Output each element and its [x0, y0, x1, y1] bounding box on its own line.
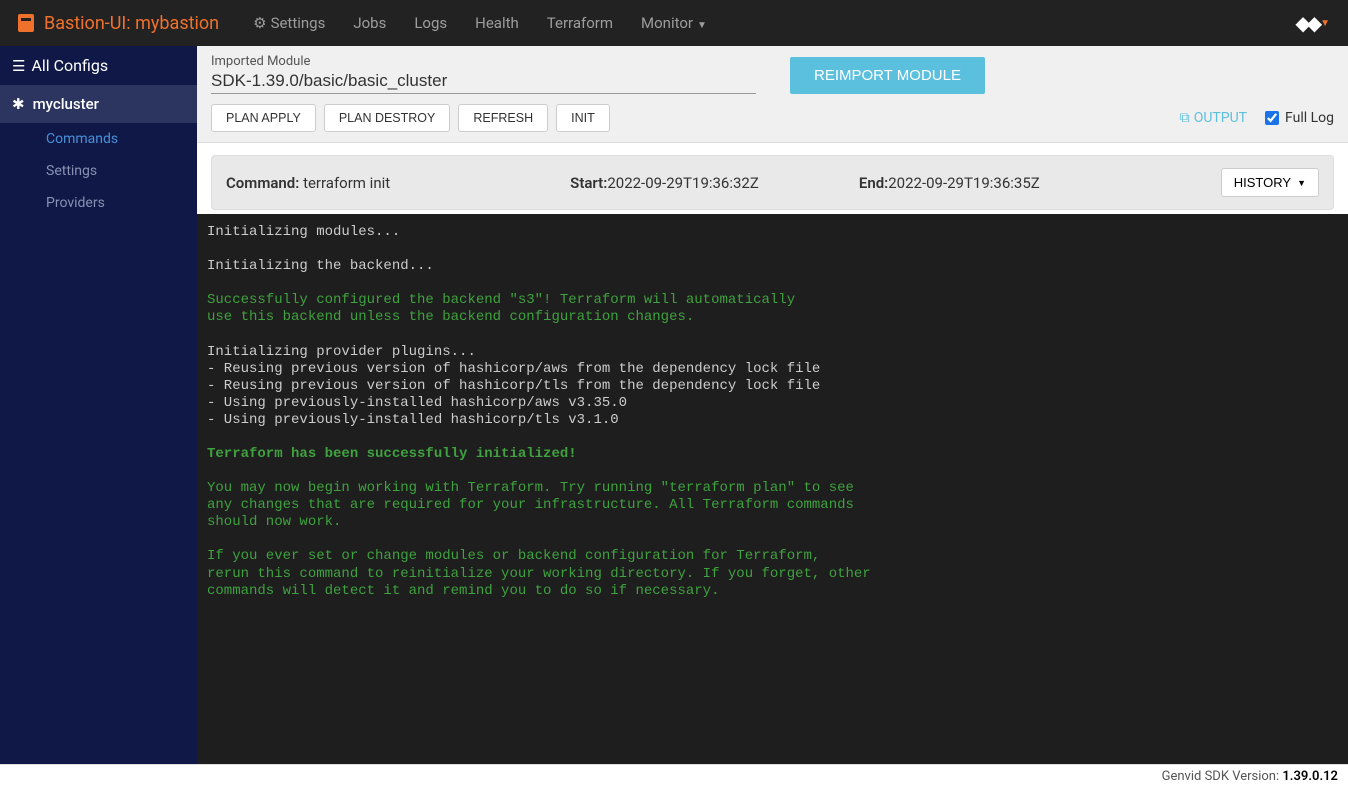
nav-monitor-label: Monitor — [641, 14, 693, 32]
command-status-bar: Command: terraform init Start:2022-09-29… — [211, 155, 1334, 210]
sidebar-all-configs-label: All Configs — [31, 56, 108, 75]
external-link-icon: ⧉ — [1180, 110, 1190, 126]
status-command: Command: terraform init — [226, 174, 390, 192]
caret-down-icon[interactable]: ▼ — [1320, 18, 1330, 29]
nav-settings-label: Settings — [271, 14, 326, 32]
init-button[interactable]: INIT — [556, 104, 610, 132]
topnav-right: ◆◆ ▼ — [1295, 11, 1340, 35]
imported-module-label: Imported Module — [211, 54, 756, 69]
imported-module-field: Imported Module — [211, 54, 756, 94]
genvid-logo-icon[interactable]: ◆◆ — [1295, 11, 1318, 35]
asterisk-icon: ✱ — [12, 95, 25, 113]
full-log-checkbox[interactable] — [1265, 111, 1279, 125]
status-start: Start:2022-09-29T19:36:32Z — [570, 174, 759, 192]
sidebar-item-providers[interactable]: Providers — [0, 187, 197, 219]
plan-apply-button[interactable]: PLAN APPLY — [211, 104, 316, 132]
terminal-output[interactable]: Initializing modules... Initializing the… — [197, 214, 1348, 764]
nav-logs[interactable]: Logs — [400, 0, 461, 46]
top-nav: Bastion-UI: mybastion ⚙ Settings Jobs Log… — [0, 0, 1348, 46]
nav-monitor[interactable]: Monitor ▼ — [627, 0, 721, 46]
nav-settings[interactable]: ⚙ Settings — [239, 0, 339, 46]
gear-icon: ⚙ — [253, 14, 266, 32]
reimport-module-button[interactable]: REIMPORT MODULE — [790, 57, 985, 94]
main-panel: Imported Module REIMPORT MODULE PLAN APP… — [197, 46, 1348, 764]
bastion-icon — [18, 14, 34, 32]
plan-destroy-button[interactable]: PLAN DESTROY — [324, 104, 451, 132]
history-button[interactable]: HISTORY ▼ — [1221, 168, 1319, 197]
sidebar-item-commands[interactable]: Commands — [0, 123, 197, 155]
nav-terraform[interactable]: Terraform — [533, 0, 627, 46]
brand-link[interactable]: Bastion-UI: mybastion — [8, 13, 229, 34]
imported-module-input[interactable] — [211, 69, 756, 94]
sidebar-cluster[interactable]: ✱ mycluster — [0, 85, 197, 123]
output-link[interactable]: ⧉ OUTPUT — [1180, 110, 1247, 126]
footer-version: 1.39.0.12 — [1282, 769, 1338, 784]
topnav-items: ⚙ Settings Jobs Logs Health Terraform Mon… — [239, 0, 721, 46]
footer: Genvid SDK Version: 1.39.0.12 — [0, 764, 1348, 788]
footer-label: Genvid SDK Version: — [1162, 769, 1283, 784]
sidebar: ☰ All Configs ✱ mycluster Commands Setti… — [0, 46, 197, 764]
caret-down-icon: ▼ — [697, 20, 707, 31]
nav-health[interactable]: Health — [461, 0, 533, 46]
full-log-toggle[interactable]: Full Log — [1265, 110, 1334, 126]
full-log-label: Full Log — [1285, 110, 1334, 126]
list-icon: ☰ — [12, 57, 23, 75]
sidebar-item-settings[interactable]: Settings — [0, 155, 197, 187]
nav-jobs[interactable]: Jobs — [339, 0, 400, 46]
sidebar-all-configs[interactable]: ☰ All Configs — [0, 46, 197, 85]
brand-text: Bastion-UI: mybastion — [44, 13, 219, 34]
caret-down-icon: ▼ — [1297, 178, 1306, 188]
history-button-label: HISTORY — [1234, 175, 1291, 190]
sidebar-cluster-label: mycluster — [33, 95, 99, 113]
output-link-label: OUTPUT — [1194, 110, 1247, 126]
refresh-button[interactable]: REFRESH — [458, 104, 548, 132]
status-end: End:2022-09-29T19:36:35Z — [859, 174, 1040, 192]
module-toolbar: Imported Module REIMPORT MODULE PLAN APP… — [197, 46, 1348, 143]
